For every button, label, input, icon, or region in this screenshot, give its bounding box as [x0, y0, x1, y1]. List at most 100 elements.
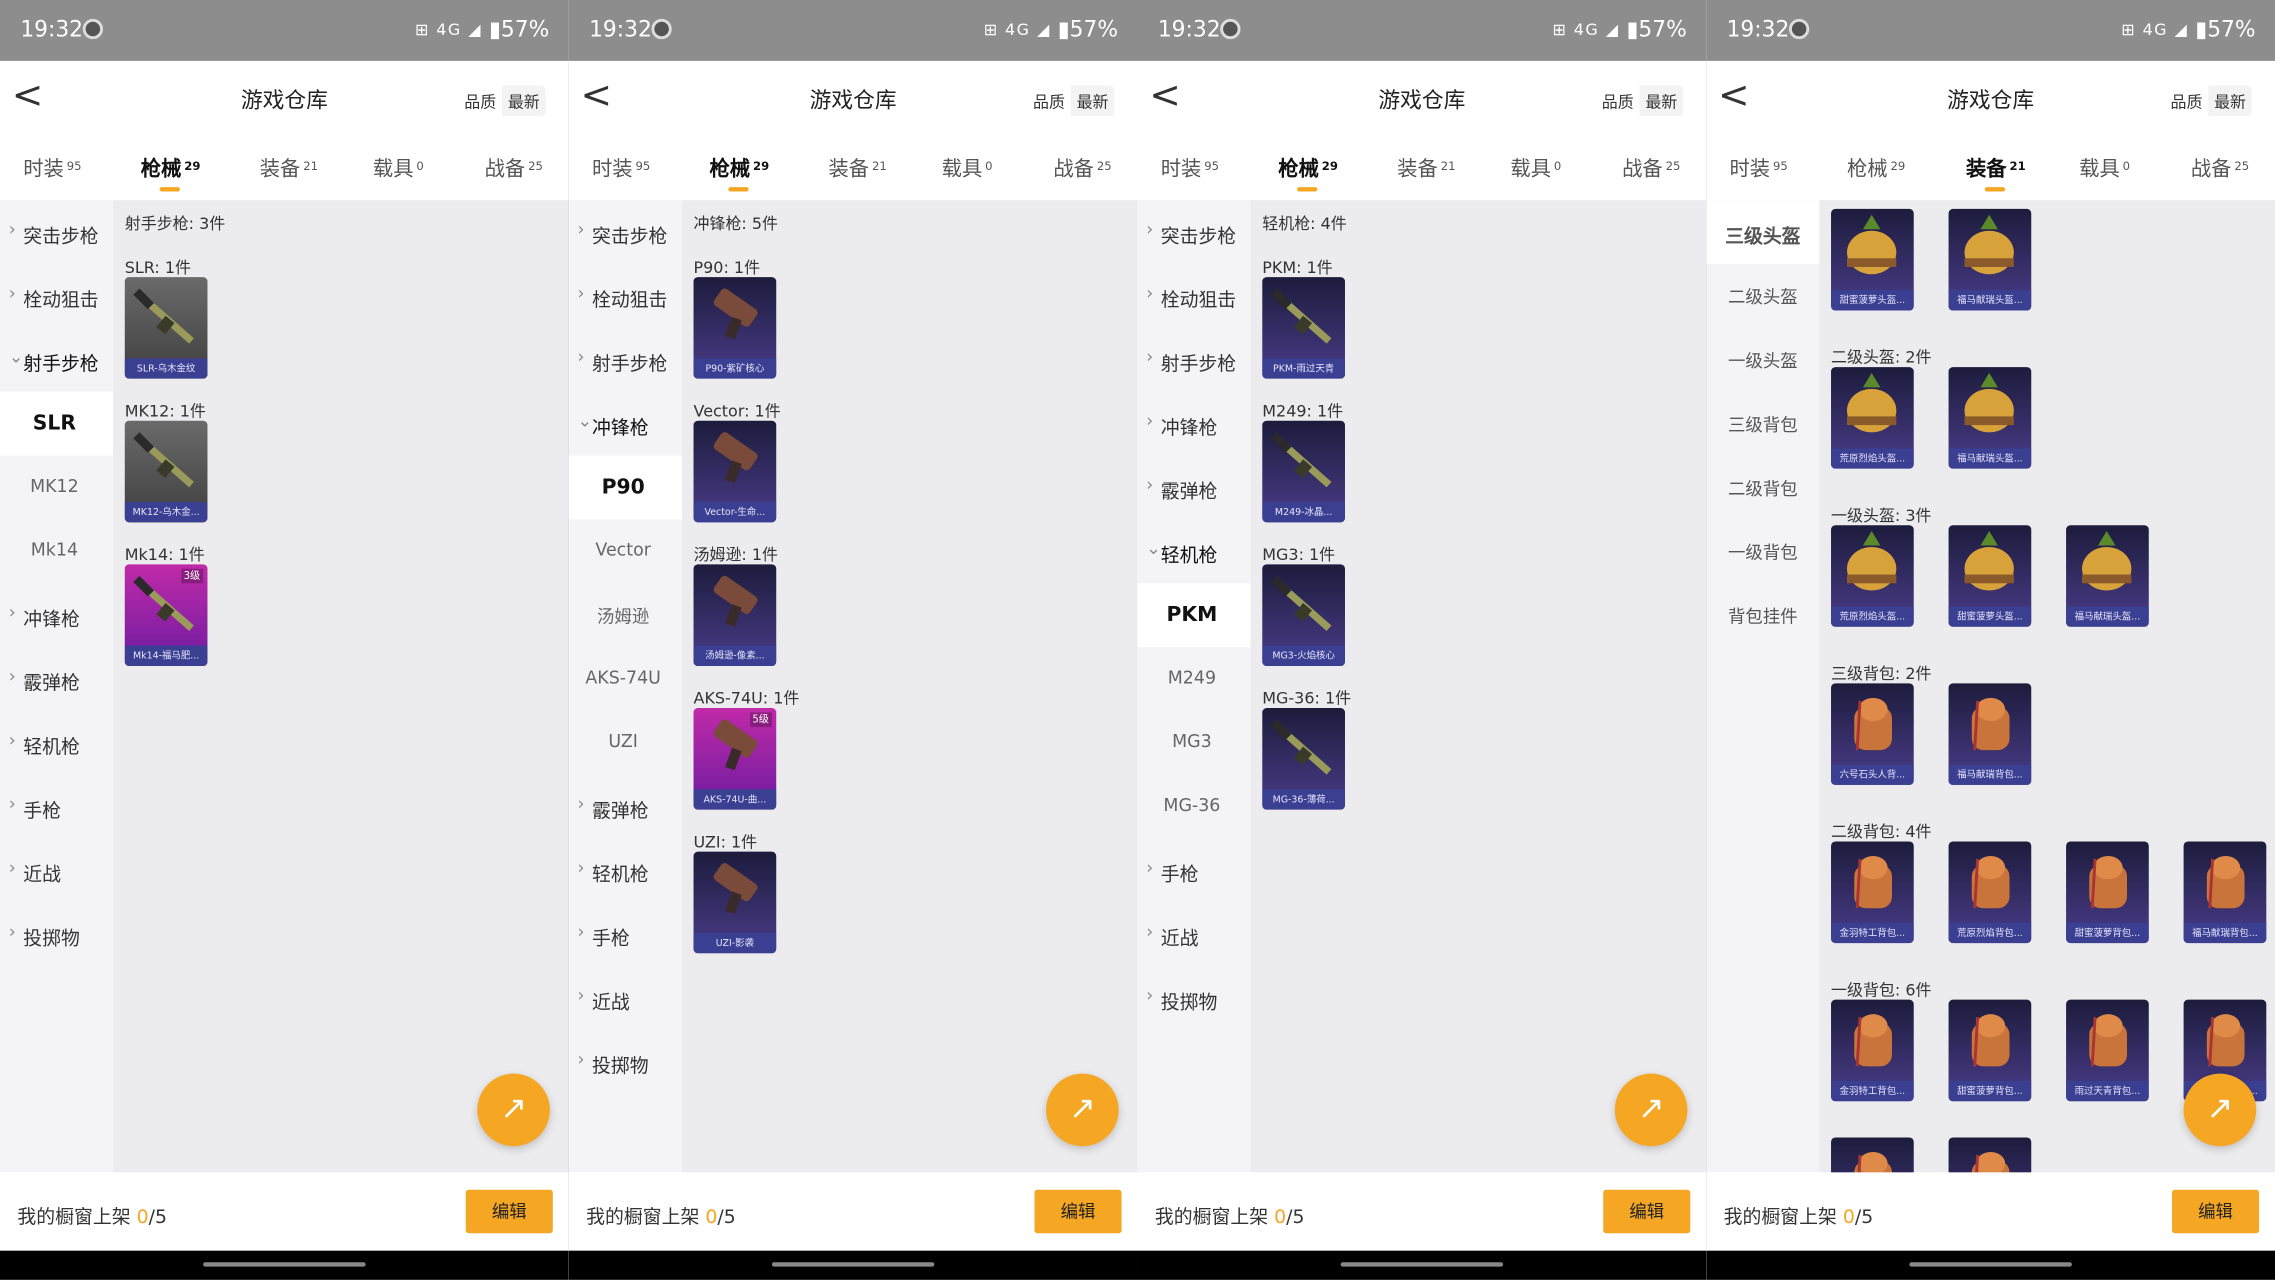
- sidebar-item[interactable]: › 投掷物: [569, 1030, 682, 1094]
- sidebar-item[interactable]: › 霰弹枪: [0, 647, 113, 711]
- tab-3[interactable]: 载具 0: [2079, 154, 2130, 183]
- sidebar-item[interactable]: › 投掷物: [1138, 966, 1251, 1030]
- sidebar-item[interactable]: › 手枪: [1138, 839, 1251, 903]
- sidebar-item[interactable]: › 手枪: [569, 902, 682, 966]
- sidebar-item[interactable]: 汤姆逊: [569, 583, 682, 647]
- item-card[interactable]: 甜蜜菠萝头盔...: [1948, 525, 2032, 627]
- tab-2[interactable]: 装备 21: [1397, 154, 1455, 183]
- sidebar-item[interactable]: › 手枪: [0, 775, 113, 839]
- sidebar-item[interactable]: ⌄ 射手步枪: [0, 328, 113, 392]
- back-button[interactable]: <: [1143, 74, 1187, 123]
- item-card[interactable]: 荒原烈焰背包...: [1948, 841, 2032, 944]
- tab-3[interactable]: 载具 0: [942, 154, 993, 183]
- sidebar-item[interactable]: P90: [568, 455, 682, 520]
- item-card[interactable]: UZI-影袭: [693, 851, 777, 954]
- item-card[interactable]: 福马献瑞头盔...: [1948, 367, 2032, 469]
- sidebar-item[interactable]: › 突击步枪: [569, 200, 682, 264]
- sidebar-item[interactable]: ⌄ 轻机枪: [1138, 519, 1251, 583]
- back-button[interactable]: <: [1712, 74, 1756, 123]
- sidebar-item[interactable]: › 栓动狙击: [1138, 264, 1251, 328]
- edit-button[interactable]: 编辑: [1034, 1189, 1122, 1234]
- sort-quality-button[interactable]: 品质: [458, 85, 503, 118]
- sidebar-item[interactable]: › 轻机枪: [569, 839, 682, 903]
- home-indicator[interactable]: [771, 1262, 935, 1267]
- share-button[interactable]: ↗: [1046, 1073, 1119, 1147]
- sidebar-item[interactable]: PKM: [1137, 583, 1251, 648]
- back-button[interactable]: <: [575, 74, 619, 123]
- sort-newest-button[interactable]: 最新: [502, 86, 546, 118]
- item-card[interactable]: 六号石头人背...: [1831, 683, 1914, 785]
- tab-4[interactable]: 战备 25: [1622, 154, 1680, 183]
- sidebar-item[interactable]: › 栓动狙击: [0, 264, 113, 328]
- sidebar-item[interactable]: MK12: [0, 456, 113, 520]
- item-card[interactable]: 荒原烈焰头盔...: [1831, 367, 1914, 469]
- item-card[interactable]: MG3-火焰核心: [1262, 564, 1345, 666]
- sidebar-item[interactable]: 二级背包: [1706, 456, 1819, 520]
- sidebar-item[interactable]: M249: [1138, 647, 1251, 711]
- sidebar-item[interactable]: 一级背包: [1706, 519, 1819, 583]
- tab-4[interactable]: 战备 25: [1053, 154, 1111, 183]
- home-indicator[interactable]: [203, 1262, 366, 1267]
- item-card[interactable]: M249-冰晶...: [1262, 420, 1345, 523]
- sidebar-item[interactable]: › 投掷物: [0, 902, 113, 966]
- sidebar-item[interactable]: › 近战: [1138, 902, 1251, 966]
- item-card[interactable]: 雨过天青背包...: [2066, 999, 2149, 1102]
- item-card[interactable]: 甜蜜菠萝背包...: [1948, 999, 2032, 1102]
- sort-newest-button[interactable]: 最新: [1071, 86, 1115, 118]
- sidebar-item[interactable]: › 近战: [569, 966, 682, 1030]
- home-indicator[interactable]: [1340, 1262, 1504, 1267]
- share-button[interactable]: ↗: [477, 1073, 550, 1147]
- tab-0[interactable]: 时装 95: [1161, 154, 1219, 183]
- sidebar-item[interactable]: UZI: [569, 711, 682, 775]
- sidebar-item[interactable]: › 射手步枪: [1138, 328, 1251, 392]
- edit-button[interactable]: 编辑: [1603, 1189, 1691, 1234]
- edit-button[interactable]: 编辑: [2171, 1189, 2260, 1234]
- item-card[interactable]: MK12-乌木金...: [124, 420, 208, 523]
- item-card[interactable]: 荒原烈焰头盔...: [1831, 525, 1914, 627]
- item-card[interactable]: 金羽特工背包...: [1831, 841, 1914, 944]
- tab-3[interactable]: 载具 0: [1510, 154, 1561, 183]
- share-button[interactable]: ↗: [1614, 1073, 1688, 1147]
- tab-4[interactable]: 战备 25: [2191, 154, 2249, 183]
- tab-0[interactable]: 时装 95: [1729, 154, 1787, 183]
- tab-3[interactable]: 载具 0: [373, 154, 424, 183]
- sidebar-item[interactable]: › 霰弹枪: [1138, 456, 1251, 520]
- tab-2[interactable]: 装备 21: [260, 154, 318, 183]
- sidebar-item[interactable]: 三级头盔: [1706, 200, 1820, 265]
- sidebar-item[interactable]: 三级背包: [1706, 392, 1819, 456]
- item-card[interactable]: 3级 Mk14-福马肥...: [124, 564, 208, 666]
- item-card[interactable]: Vector-生命...: [693, 420, 777, 523]
- sidebar-item[interactable]: Vector: [569, 519, 682, 583]
- sidebar-item[interactable]: MG-36: [1138, 775, 1251, 839]
- item-card[interactable]: 福马献瑞头盔...: [1948, 208, 2032, 311]
- tab-4[interactable]: 战备 25: [485, 154, 543, 183]
- sidebar-item[interactable]: › 近战: [0, 839, 113, 903]
- sidebar-item[interactable]: › 突击步枪: [1138, 200, 1251, 264]
- tab-0[interactable]: 时装 95: [592, 154, 650, 183]
- sidebar-item[interactable]: 背包挂件: [1706, 583, 1819, 647]
- share-button[interactable]: ↗: [2183, 1073, 2257, 1147]
- sort-quality-button[interactable]: 品质: [1027, 85, 1071, 118]
- edit-button[interactable]: 编辑: [465, 1189, 553, 1234]
- tab-0[interactable]: 时装 95: [23, 154, 81, 183]
- sort-quality-button[interactable]: 品质: [2164, 85, 2209, 118]
- tab-2[interactable]: 装备 21: [828, 154, 886, 183]
- item-card[interactable]: P90-紫矿核心: [693, 277, 777, 379]
- sidebar-item[interactable]: Mk14: [0, 519, 113, 583]
- sort-newest-button[interactable]: 最新: [1640, 86, 1684, 118]
- back-button[interactable]: <: [6, 74, 50, 123]
- item-card[interactable]: 甜蜜菠萝背包...: [2066, 841, 2149, 944]
- sidebar-item[interactable]: › 射手步枪: [569, 328, 682, 392]
- sidebar-item[interactable]: ⌄ 冲锋枪: [569, 392, 682, 456]
- sidebar-item[interactable]: › 霰弹枪: [569, 775, 682, 839]
- sidebar-item[interactable]: 一级头盔: [1706, 328, 1819, 392]
- tab-1[interactable]: 枪械 29: [1847, 154, 1905, 183]
- item-card[interactable]: 金羽特工背包...: [1831, 999, 1914, 1102]
- item-card[interactable]: MG-36-薄荷...: [1262, 708, 1345, 810]
- item-card[interactable]: 福马献瑞背包...: [2183, 841, 2267, 944]
- sidebar-item[interactable]: SLR: [0, 391, 114, 456]
- sort-newest-button[interactable]: 最新: [2208, 86, 2252, 118]
- sidebar-item[interactable]: › 轻机枪: [0, 711, 113, 775]
- sidebar-item[interactable]: MG3: [1138, 711, 1251, 775]
- tab-1[interactable]: 枪械 29: [709, 154, 769, 192]
